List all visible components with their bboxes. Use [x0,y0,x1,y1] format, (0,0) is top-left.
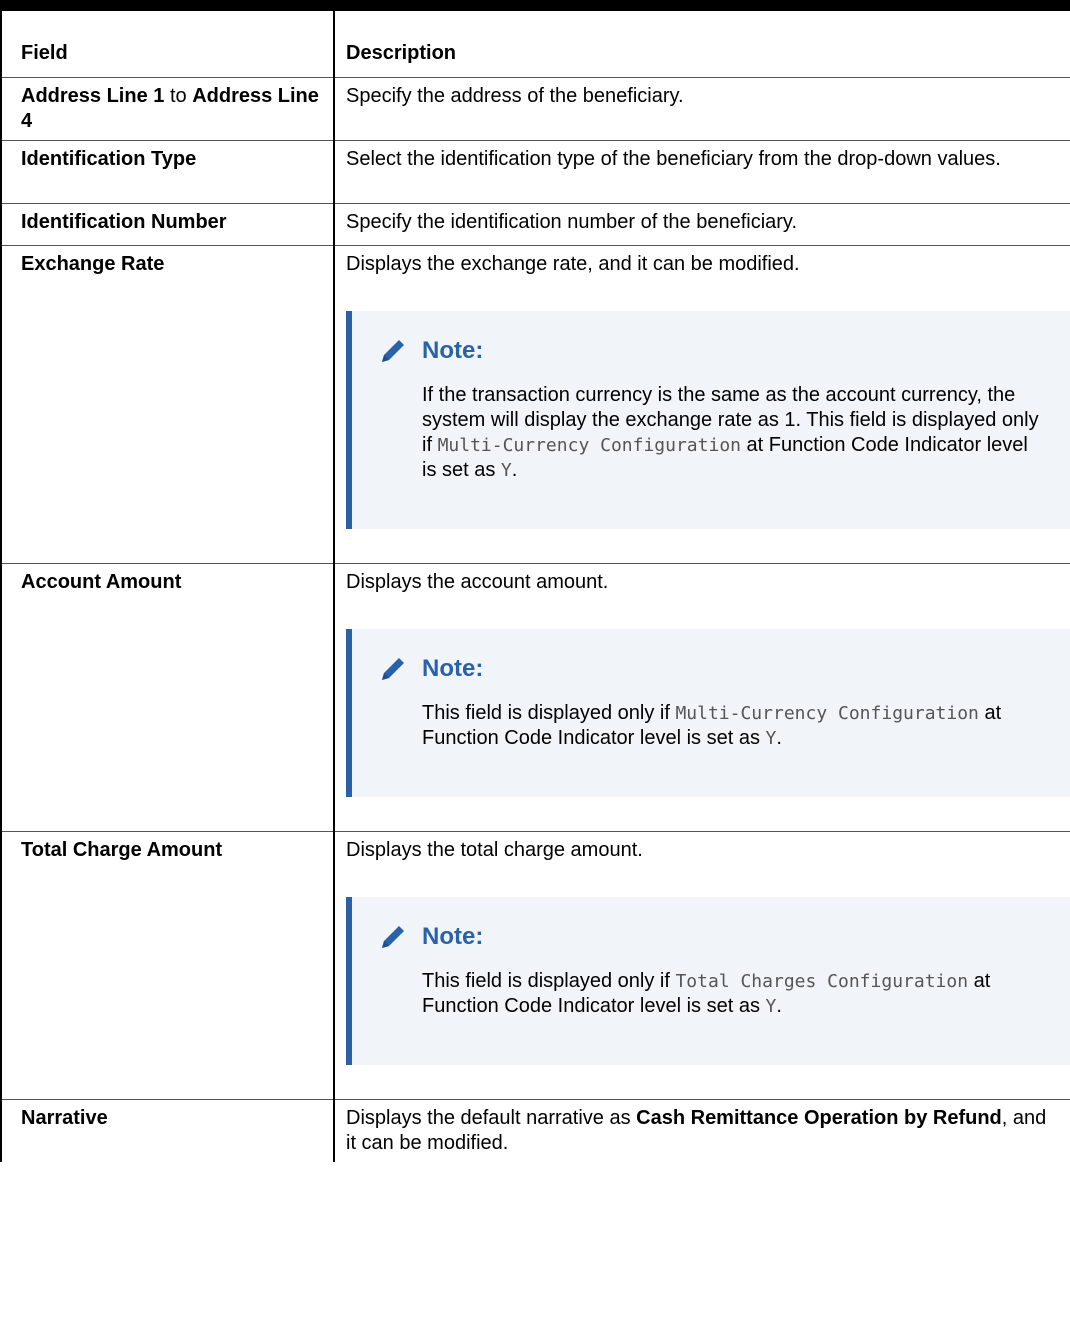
field-cell: Narrative [0,1099,335,1162]
note-box: Note: This field is displayed only if To… [346,896,1070,1065]
field-cell: Address Line 1 to Address Line 4 [0,77,335,140]
description-text: Displays the total charge amount. [346,838,643,861]
note-box: Note: If the transaction currency is the… [346,310,1070,529]
table-row: Identification Number Specify the identi… [0,203,1070,245]
table-row: Exchange Rate Displays the exchange rate… [0,245,1070,563]
note-heading: Note: [382,655,1051,683]
note-box: Note: This field is displayed only if Mu… [346,628,1070,797]
field-cell: Total Charge Amount [0,831,335,1099]
description-cell: Displays the default narrative as Cash R… [346,1106,1047,1154]
header-field: Field [0,11,335,77]
top-rule [0,0,1070,11]
description-cell: Specify the identification number of the… [346,210,797,233]
field-cell: Identification Number [0,203,335,245]
description-cell: Displays the exchange rate, and it can b… [334,245,1070,563]
description-text: Displays the exchange rate, and it can b… [346,252,800,275]
field-description-table: Field Description Address Line 1 to Addr… [0,11,1070,1162]
field-cell: Identification Type [0,140,335,203]
table-row: Total Charge Amount Displays the total c… [0,831,1070,1099]
field-cell: Account Amount [0,563,335,831]
description-cell: Specify the address of the beneficiary. [346,84,684,107]
description-text: Displays the account amount. [346,570,609,593]
table-row: Narrative Displays the default narrative… [0,1099,1070,1162]
description-cell: Select the identification type of the be… [346,147,1001,170]
description-cell: Displays the total charge amount. Note: … [334,831,1070,1099]
table-header-row: Field Description [0,11,1070,77]
table-row: Address Line 1 to Address Line 4 Specify… [0,77,1070,140]
pencil-icon [382,925,404,948]
table-row: Account Amount Displays the account amou… [0,563,1070,831]
field-cell: Exchange Rate [0,245,335,563]
note-heading: Note: [382,337,1051,365]
note-text: If the transaction currency is the same … [422,383,1039,481]
note-heading: Note: [382,923,1051,951]
note-text: This field is displayed only if Total Ch… [422,969,991,1017]
pencil-icon [382,657,404,680]
note-text: This field is displayed only if Multi-Cu… [422,701,1002,749]
header-description: Description [346,42,457,64]
pencil-icon [382,339,404,362]
description-cell: Displays the account amount. Note: This … [334,563,1070,831]
table-row: Identification Type Select the identific… [0,140,1070,203]
